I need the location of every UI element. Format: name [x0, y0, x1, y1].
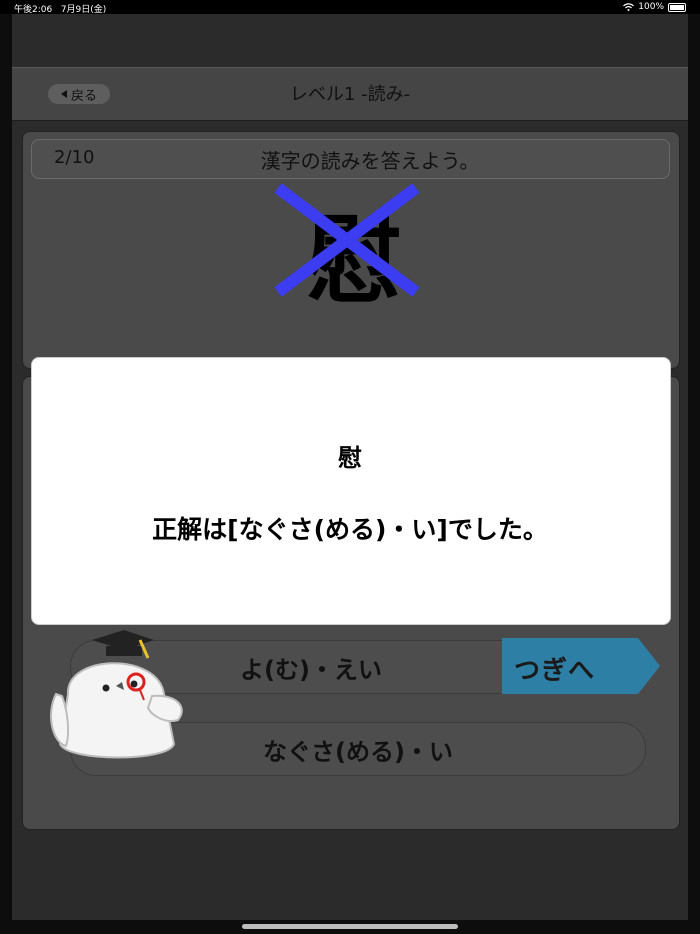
battery-percent: 100%: [638, 2, 664, 12]
status-bar: 午後2:06 7月9日(金) 100%: [0, 0, 700, 15]
home-indicator[interactable]: [242, 924, 458, 929]
choice-label: なぐさ(める)・い: [263, 737, 453, 766]
question-prompt: 漢字の読みを答えよう。: [260, 149, 480, 173]
choice-label: よ(む)・えい: [240, 655, 382, 684]
next-button-label[interactable]: つぎへ: [514, 650, 595, 687]
incorrect-cross-icon: [274, 184, 420, 296]
answer-modal[interactable]: [31, 357, 671, 625]
page-title: レベル1 -読み-: [289, 84, 411, 105]
modal-message: 正解は[なぐさ(める)・い]でした。: [152, 515, 548, 544]
status-right: 100%: [623, 2, 686, 12]
battery-icon: [668, 2, 686, 12]
wifi-icon: [623, 3, 635, 11]
owl-mascot-icon: [50, 630, 183, 759]
modal-kanji: 慰: [338, 444, 362, 472]
